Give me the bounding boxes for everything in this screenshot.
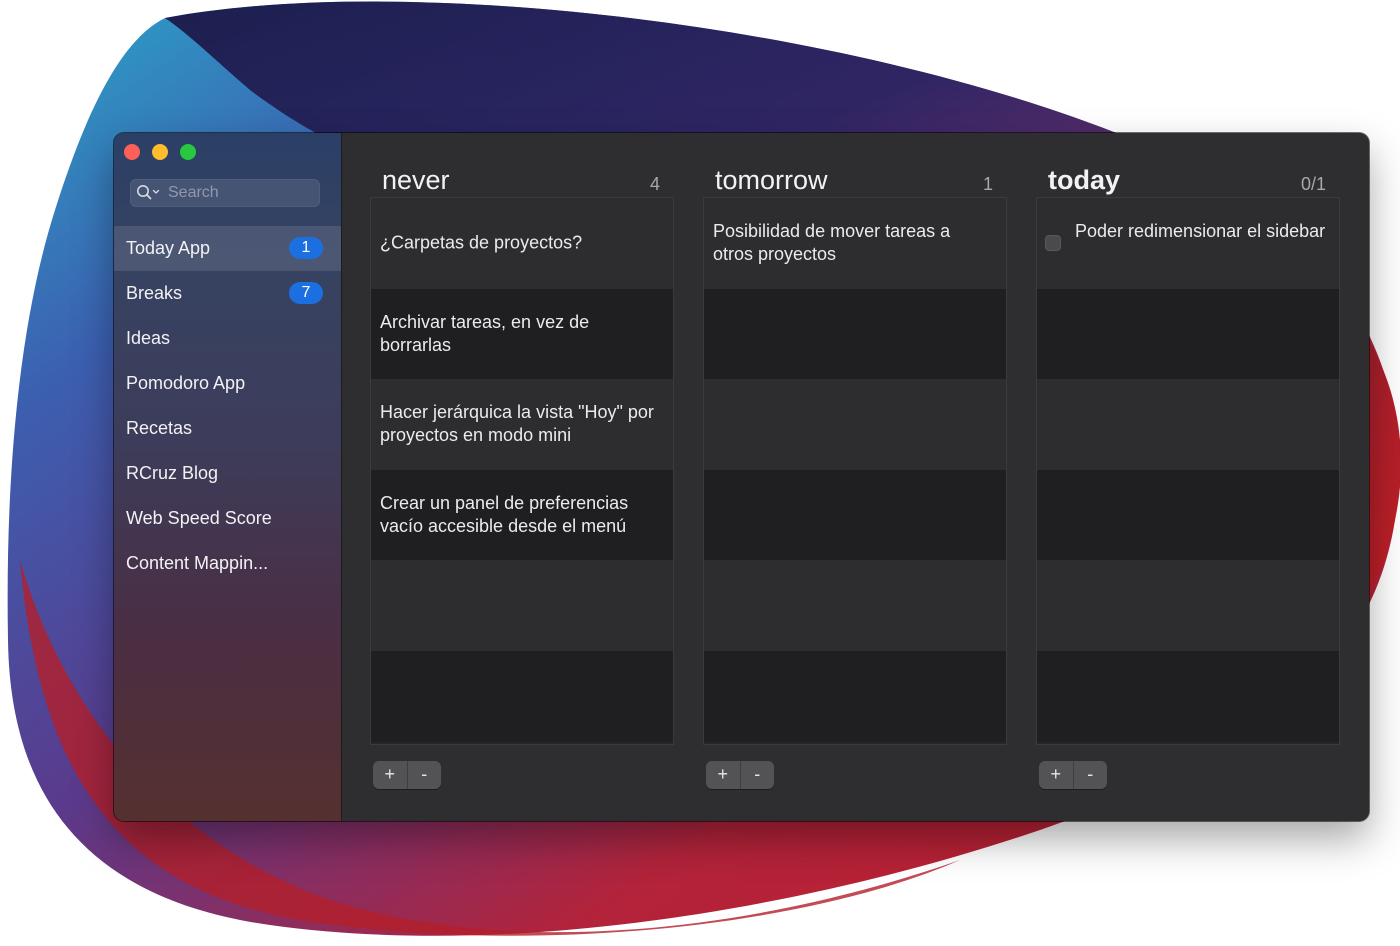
empty-row (1037, 650, 1339, 742)
column-count: 0/1 (1300, 174, 1326, 194)
task-text: Crear un panel de preferencias vacío acc… (380, 493, 629, 537)
zoom-button[interactable] (180, 144, 196, 160)
sidebar-item-label: Today App (126, 238, 211, 258)
search-input[interactable] (168, 182, 313, 204)
project-list: Today App 1 Breaks 7 Ideas Pomodoro App … (114, 226, 341, 586)
sidebar-item-label: RCruz Blog (126, 463, 219, 483)
remove-task-button[interactable]: - (1074, 761, 1108, 789)
sidebar: Today App 1 Breaks 7 Ideas Pomodoro App … (114, 133, 342, 821)
app-window: Today App 1 Breaks 7 Ideas Pomodoro App … (114, 133, 1369, 821)
task-text: Poder redimensionar el sidebar (1075, 221, 1326, 241)
add-task-button[interactable]: + (706, 761, 741, 789)
task-text: Archivar tareas, en vez de borrarlas (380, 311, 590, 355)
empty-row (704, 379, 1006, 470)
empty-row (371, 650, 673, 742)
empty-row (1037, 379, 1339, 470)
task-row[interactable]: Posibilidad de mover tareas a otros proy… (704, 198, 1006, 289)
add-remove-control: + - (373, 761, 441, 789)
remove-task-button[interactable]: - (408, 761, 442, 789)
column-title: today (1048, 165, 1121, 195)
chevron-down-icon (152, 189, 160, 194)
task-checkbox[interactable] (1045, 235, 1061, 251)
minimize-button[interactable] (152, 144, 168, 160)
task-row[interactable]: Archivar tareas, en vez de borrarlas (371, 288, 673, 380)
sidebar-item-breaks[interactable]: Breaks 7 (114, 271, 341, 316)
empty-row (1037, 560, 1339, 651)
sidebar-item-label: Recetas (126, 418, 193, 438)
empty-row (704, 469, 1006, 561)
task-row[interactable]: Poder redimensionar el sidebar (1037, 198, 1339, 289)
column-header: today 0/1 (1036, 161, 1340, 201)
sidebar-item-web-speed-score[interactable]: Web Speed Score (114, 496, 341, 541)
sidebar-item-label: Ideas (126, 328, 171, 348)
empty-row (1037, 469, 1339, 561)
search-icon (137, 185, 160, 200)
search-field[interactable] (130, 179, 320, 207)
sidebar-item-content-mapping[interactable]: Content Mappin... (114, 541, 341, 586)
column-count: 1 (982, 174, 993, 194)
add-task-button[interactable]: + (1039, 761, 1074, 789)
column-never: never 4 ¿Carpetas de proyectos? Archivar… (370, 133, 674, 821)
sidebar-item-ideas[interactable]: Ideas (114, 316, 341, 361)
column-title: tomorrow (715, 165, 828, 195)
remove-task-button[interactable]: - (741, 761, 775, 789)
task-list: Posibilidad de mover tareas a otros proy… (703, 197, 1007, 745)
sidebar-item-label: Content Mappin... (126, 553, 269, 573)
sidebar-item-rcruz-blog[interactable]: RCruz Blog (114, 451, 341, 496)
column-count: 4 (649, 174, 660, 194)
empty-row (371, 560, 673, 651)
task-text: Hacer jerárquica la vista "Hoy" por proy… (380, 402, 654, 446)
sidebar-item-label: Pomodoro App (126, 373, 246, 393)
task-row[interactable]: ¿Carpetas de proyectos? (371, 198, 673, 289)
task-list: ¿Carpetas de proyectos? Archivar tareas,… (370, 197, 674, 745)
add-remove-control: + - (1039, 761, 1107, 789)
sidebar-item-today-app[interactable]: Today App 1 (114, 226, 341, 271)
desktop: Today App 1 Breaks 7 Ideas Pomodoro App … (0, 0, 1400, 946)
column-header: tomorrow 1 (703, 161, 1007, 201)
empty-row (704, 288, 1006, 380)
column-tomorrow: tomorrow 1 Posibilidad de mover tareas a… (703, 133, 1007, 821)
sidebar-item-label: Web Speed Score (126, 508, 272, 528)
close-button[interactable] (124, 144, 140, 160)
column-today: today 0/1 Poder redimensionar el sidebar… (1036, 133, 1340, 821)
task-list: Poder redimensionar el sidebar (1036, 197, 1340, 745)
column-header: never 4 (370, 161, 674, 201)
sidebar-item-label: Breaks (126, 283, 183, 303)
count-badge: 7 (289, 282, 323, 304)
column-title: never (382, 165, 450, 195)
empty-row (1037, 288, 1339, 380)
task-row[interactable]: Hacer jerárquica la vista "Hoy" por proy… (371, 379, 673, 470)
sidebar-item-pomodoro-app[interactable]: Pomodoro App (114, 361, 341, 406)
count-badge: 1 (289, 237, 323, 259)
empty-row (704, 560, 1006, 651)
columns-area: never 4 ¿Carpetas de proyectos? Archivar… (342, 133, 1369, 821)
task-row[interactable]: Crear un panel de preferencias vacío acc… (371, 469, 673, 561)
add-remove-control: + - (706, 761, 774, 789)
task-text: Posibilidad de mover tareas a otros proy… (713, 221, 951, 264)
sidebar-item-recetas[interactable]: Recetas (114, 406, 341, 451)
task-text: ¿Carpetas de proyectos? (380, 232, 583, 253)
empty-row (704, 650, 1006, 742)
add-task-button[interactable]: + (373, 761, 408, 789)
